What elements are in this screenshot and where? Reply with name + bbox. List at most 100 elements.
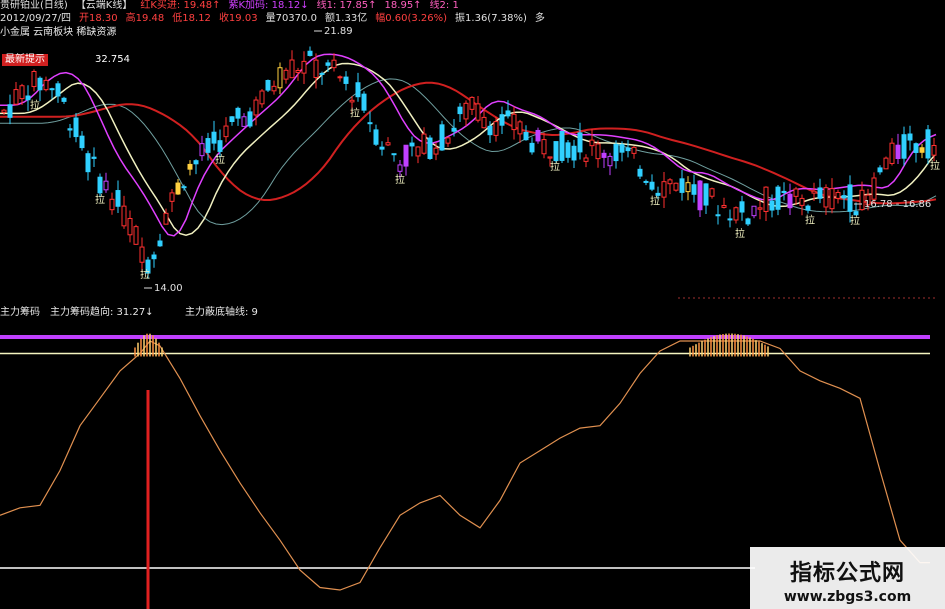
candle-body (343, 76, 349, 84)
pull-marker: 拉 (140, 268, 150, 281)
candle-body (169, 192, 175, 202)
header-field: 线1: 17.85↑ (316, 0, 377, 11)
candle-body (361, 93, 367, 111)
header-field: 开18.30 (79, 13, 118, 24)
candle-body (571, 145, 577, 161)
candle-body (925, 129, 931, 159)
candle-body (385, 142, 391, 146)
candle-body (79, 135, 85, 149)
candle-body (817, 187, 823, 199)
candle-body (187, 163, 193, 170)
header-field: 量70370.0 (265, 13, 317, 24)
candle-body (787, 193, 793, 209)
candle-body (619, 144, 625, 153)
candle-body (31, 70, 37, 88)
price-annotation: 14.00 (154, 283, 183, 294)
indicator-tag-value: 32.754 (95, 54, 130, 65)
candle-body (55, 83, 61, 97)
header-field: 红K买进: 19.48↑ (140, 0, 221, 11)
candle-body (205, 138, 211, 153)
candle-body (727, 218, 733, 221)
candle-body (889, 142, 895, 164)
candle-body (895, 144, 901, 160)
candle-body (931, 145, 937, 156)
candle-body (709, 188, 715, 197)
candle-body (745, 218, 751, 225)
ma-line-white (0, 62, 937, 236)
candle-body (295, 70, 301, 73)
candle-body (373, 129, 379, 145)
pull-marker: 拉 (550, 160, 560, 173)
candle-body (139, 246, 145, 263)
candle-body (799, 197, 805, 206)
candle-body (49, 88, 55, 91)
candle-body (901, 134, 907, 159)
candle-body (7, 104, 13, 118)
watermark: 指标公式网 www.zbgs3.com (750, 547, 945, 609)
candle-body (541, 139, 547, 155)
candle-body (19, 85, 25, 100)
candle-body (463, 102, 469, 120)
candle-body (97, 176, 103, 194)
candle-body (379, 146, 385, 150)
candle-body (391, 153, 397, 156)
pull-marker: 拉 (350, 106, 360, 119)
candle-body (43, 79, 49, 91)
candle-body (37, 77, 43, 91)
candle-body (421, 133, 427, 154)
header-field: 收19.03 (218, 13, 258, 24)
candle-body (277, 67, 283, 89)
header-field: 贵研铂业(日线) (0, 0, 68, 11)
candle-body (679, 178, 685, 193)
candle-body (217, 140, 223, 152)
candle-body (367, 122, 373, 125)
candle-body (823, 187, 829, 208)
candle-body (601, 152, 607, 158)
candle-body (637, 168, 643, 177)
candle-body (127, 218, 133, 236)
candle-body (835, 191, 841, 199)
header-field: 线2: 1 (429, 0, 459, 11)
candle-body (919, 147, 925, 153)
candle-body (67, 128, 73, 131)
candle-body (673, 182, 679, 191)
price-annotation: 21.89 (324, 26, 353, 37)
candle-body (499, 114, 505, 126)
candle-body (685, 182, 691, 193)
candle-body (115, 190, 121, 207)
candle-body (109, 198, 115, 211)
candle-body (121, 205, 127, 227)
header-field: 低18.12 (172, 13, 211, 24)
candle-body (511, 113, 517, 131)
candle-body (469, 96, 475, 110)
candle-body (643, 180, 649, 183)
candle-body (703, 183, 709, 206)
price-annotation: 16.78 - 16.86 (864, 199, 931, 210)
candle-body (775, 186, 781, 210)
candle-body (445, 137, 451, 144)
lower-trend-label: 主力筹码趋向: 31.27↓ (50, 307, 154, 318)
candle-body (235, 107, 241, 119)
upper-header-line3: 小金属 云南板块 稀缺资源 (0, 27, 117, 38)
candle-body (451, 127, 457, 132)
upper-header-line1: 贵研铂业(日线) 【云端K线】 红K买进: 19.48↑ 紫K加码: 18.12↓ 线1… (0, 0, 467, 12)
candle-body (631, 146, 637, 154)
candle-body (13, 89, 19, 105)
candle-body (607, 155, 613, 167)
candle-body (439, 124, 445, 151)
candle-body (691, 184, 697, 195)
pull-marker: 拉 (650, 194, 660, 207)
candle-body (397, 164, 403, 172)
stock-chart[interactable]: 拉拉拉拉拉拉拉拉拉拉 拉拉21.8914.0016.78 - 16.86 (0, 0, 945, 609)
candle-body (475, 103, 481, 121)
header-field: 18.95↑ (384, 0, 422, 11)
candle-body (151, 254, 157, 260)
candle-body (523, 131, 529, 141)
candle-body (613, 143, 619, 162)
candle-body (301, 60, 307, 74)
candle-body (73, 117, 79, 138)
candle-body (265, 80, 271, 91)
candle-body (649, 181, 655, 190)
pull-marker: 拉 (395, 173, 405, 186)
candle-body (847, 184, 853, 212)
